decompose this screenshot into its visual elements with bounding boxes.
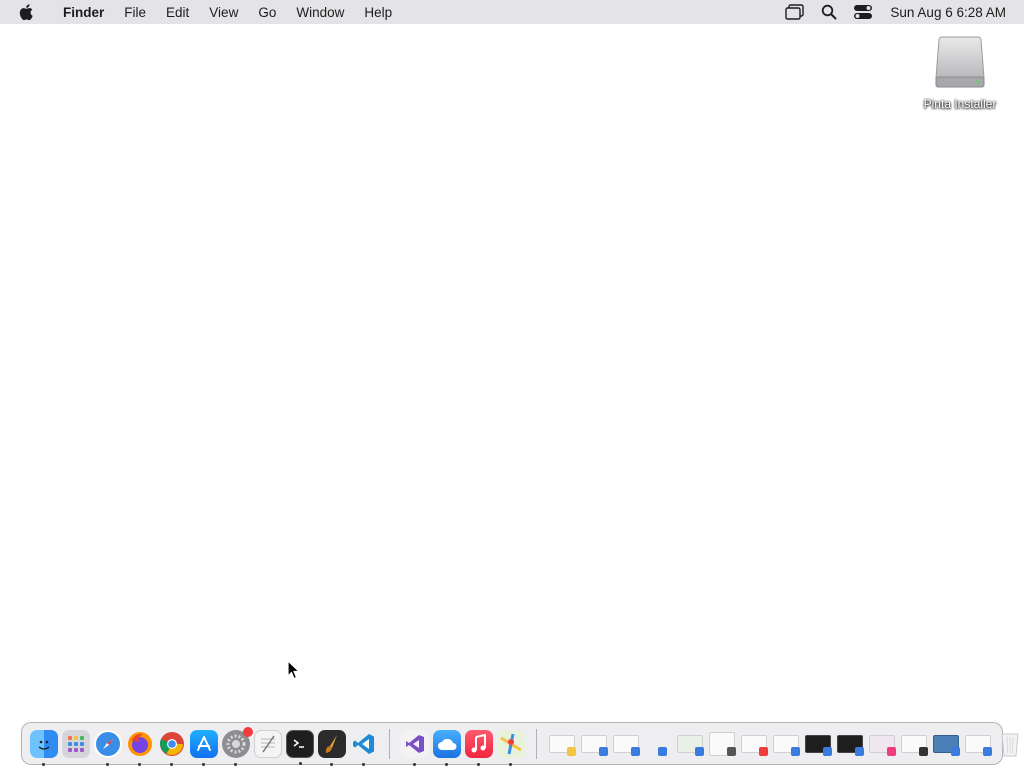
- textedit-icon[interactable]: [254, 729, 282, 758]
- desktop-icon-label: Pinta Installer: [923, 97, 997, 111]
- recent-document-3[interactable]: [612, 730, 640, 758]
- search-icon[interactable]: [818, 2, 840, 22]
- menu-bar-extras: Sun Aug 6 6:28 AM: [778, 0, 1024, 24]
- mouse-pointer-icon: [287, 659, 301, 680]
- app-badge-icon: [695, 746, 704, 756]
- control-center-icon[interactable]: [852, 2, 874, 22]
- pinta-icon[interactable]: [318, 729, 346, 766]
- recent-document-12[interactable]: [900, 730, 928, 758]
- running-indicator: [413, 762, 416, 766]
- dock-separator: [536, 728, 537, 759]
- dock: [21, 722, 1019, 766]
- app-badge-icon: [791, 746, 800, 756]
- app-badge-icon: [983, 746, 992, 756]
- menu-bar-clock[interactable]: Sun Aug 6 6:28 AM: [890, 5, 1006, 20]
- running-indicator: [330, 762, 333, 766]
- external-drive-icon: [931, 33, 989, 91]
- running-indicator: [445, 762, 448, 766]
- recent-document-5[interactable]: [676, 730, 704, 758]
- chrome-icon[interactable]: [158, 730, 186, 766]
- finder-icon[interactable]: [30, 729, 58, 766]
- menu-file[interactable]: File: [114, 0, 156, 24]
- display-icon[interactable]: [784, 2, 806, 22]
- running-indicator: [234, 762, 237, 766]
- menu-view[interactable]: View: [199, 0, 248, 24]
- recent-document-8[interactable]: [772, 730, 800, 758]
- app-badge-icon: [567, 746, 576, 756]
- app-badge-icon: [919, 746, 928, 756]
- recent-document-10[interactable]: [836, 730, 864, 758]
- menu-window[interactable]: Window: [286, 0, 354, 24]
- recent-document-1[interactable]: [548, 730, 576, 758]
- app-badge-icon: [599, 746, 608, 756]
- maps-icon[interactable]: [497, 729, 525, 766]
- recent-document-13[interactable]: [932, 730, 960, 758]
- app-badge-icon: [887, 746, 896, 756]
- running-indicator: [362, 762, 365, 766]
- menu-edit[interactable]: Edit: [156, 0, 199, 24]
- launchpad-icon[interactable]: [62, 729, 90, 758]
- running-indicator: [170, 762, 173, 766]
- running-indicator: [42, 762, 45, 766]
- desktop-icon-pinta-installer[interactable]: Pinta Installer: [908, 33, 1012, 111]
- running-indicator: [509, 762, 512, 766]
- app-badge-icon: [855, 746, 864, 756]
- app-store-icon[interactable]: [190, 729, 218, 766]
- app-badge-icon: [727, 746, 736, 756]
- running-indicator: [299, 761, 302, 765]
- terminal-icon[interactable]: [286, 729, 314, 765]
- recent-document-9[interactable]: [804, 730, 832, 758]
- recent-document-2[interactable]: [580, 730, 608, 758]
- dock-separator: [389, 728, 390, 759]
- menu-go[interactable]: Go: [248, 0, 286, 24]
- running-indicator: [477, 762, 480, 766]
- apple-menu-icon[interactable]: [17, 2, 37, 22]
- app-badge-icon: [759, 746, 768, 756]
- recent-document-7[interactable]: [740, 730, 768, 758]
- system-settings-icon[interactable]: [222, 726, 253, 766]
- safari-icon[interactable]: [94, 729, 122, 766]
- vscode-icon[interactable]: [350, 730, 378, 766]
- running-indicator: [202, 762, 205, 766]
- music-icon[interactable]: [465, 729, 493, 766]
- app-badge-icon: [951, 746, 960, 756]
- running-indicator: [106, 762, 109, 766]
- recent-document-11[interactable]: [868, 730, 896, 758]
- menu-bar: Finder File Edit View Go Window Help Sun…: [0, 0, 1024, 24]
- menu-app-name[interactable]: Finder: [46, 0, 114, 24]
- app-badge-icon: [631, 746, 640, 756]
- app-badge-icon: [823, 746, 832, 756]
- menu-help[interactable]: Help: [354, 0, 402, 24]
- trash-icon[interactable]: [996, 730, 1024, 758]
- notification-badge: [243, 726, 253, 737]
- recent-document-6[interactable]: [708, 730, 736, 758]
- cloud-app-icon[interactable]: [433, 729, 461, 766]
- firefox-icon[interactable]: [126, 730, 154, 766]
- recent-document-4[interactable]: [644, 730, 672, 758]
- visual-studio-icon[interactable]: [401, 729, 429, 766]
- running-indicator: [138, 762, 141, 766]
- app-badge-icon: [658, 746, 667, 756]
- recent-document-14[interactable]: [964, 730, 992, 758]
